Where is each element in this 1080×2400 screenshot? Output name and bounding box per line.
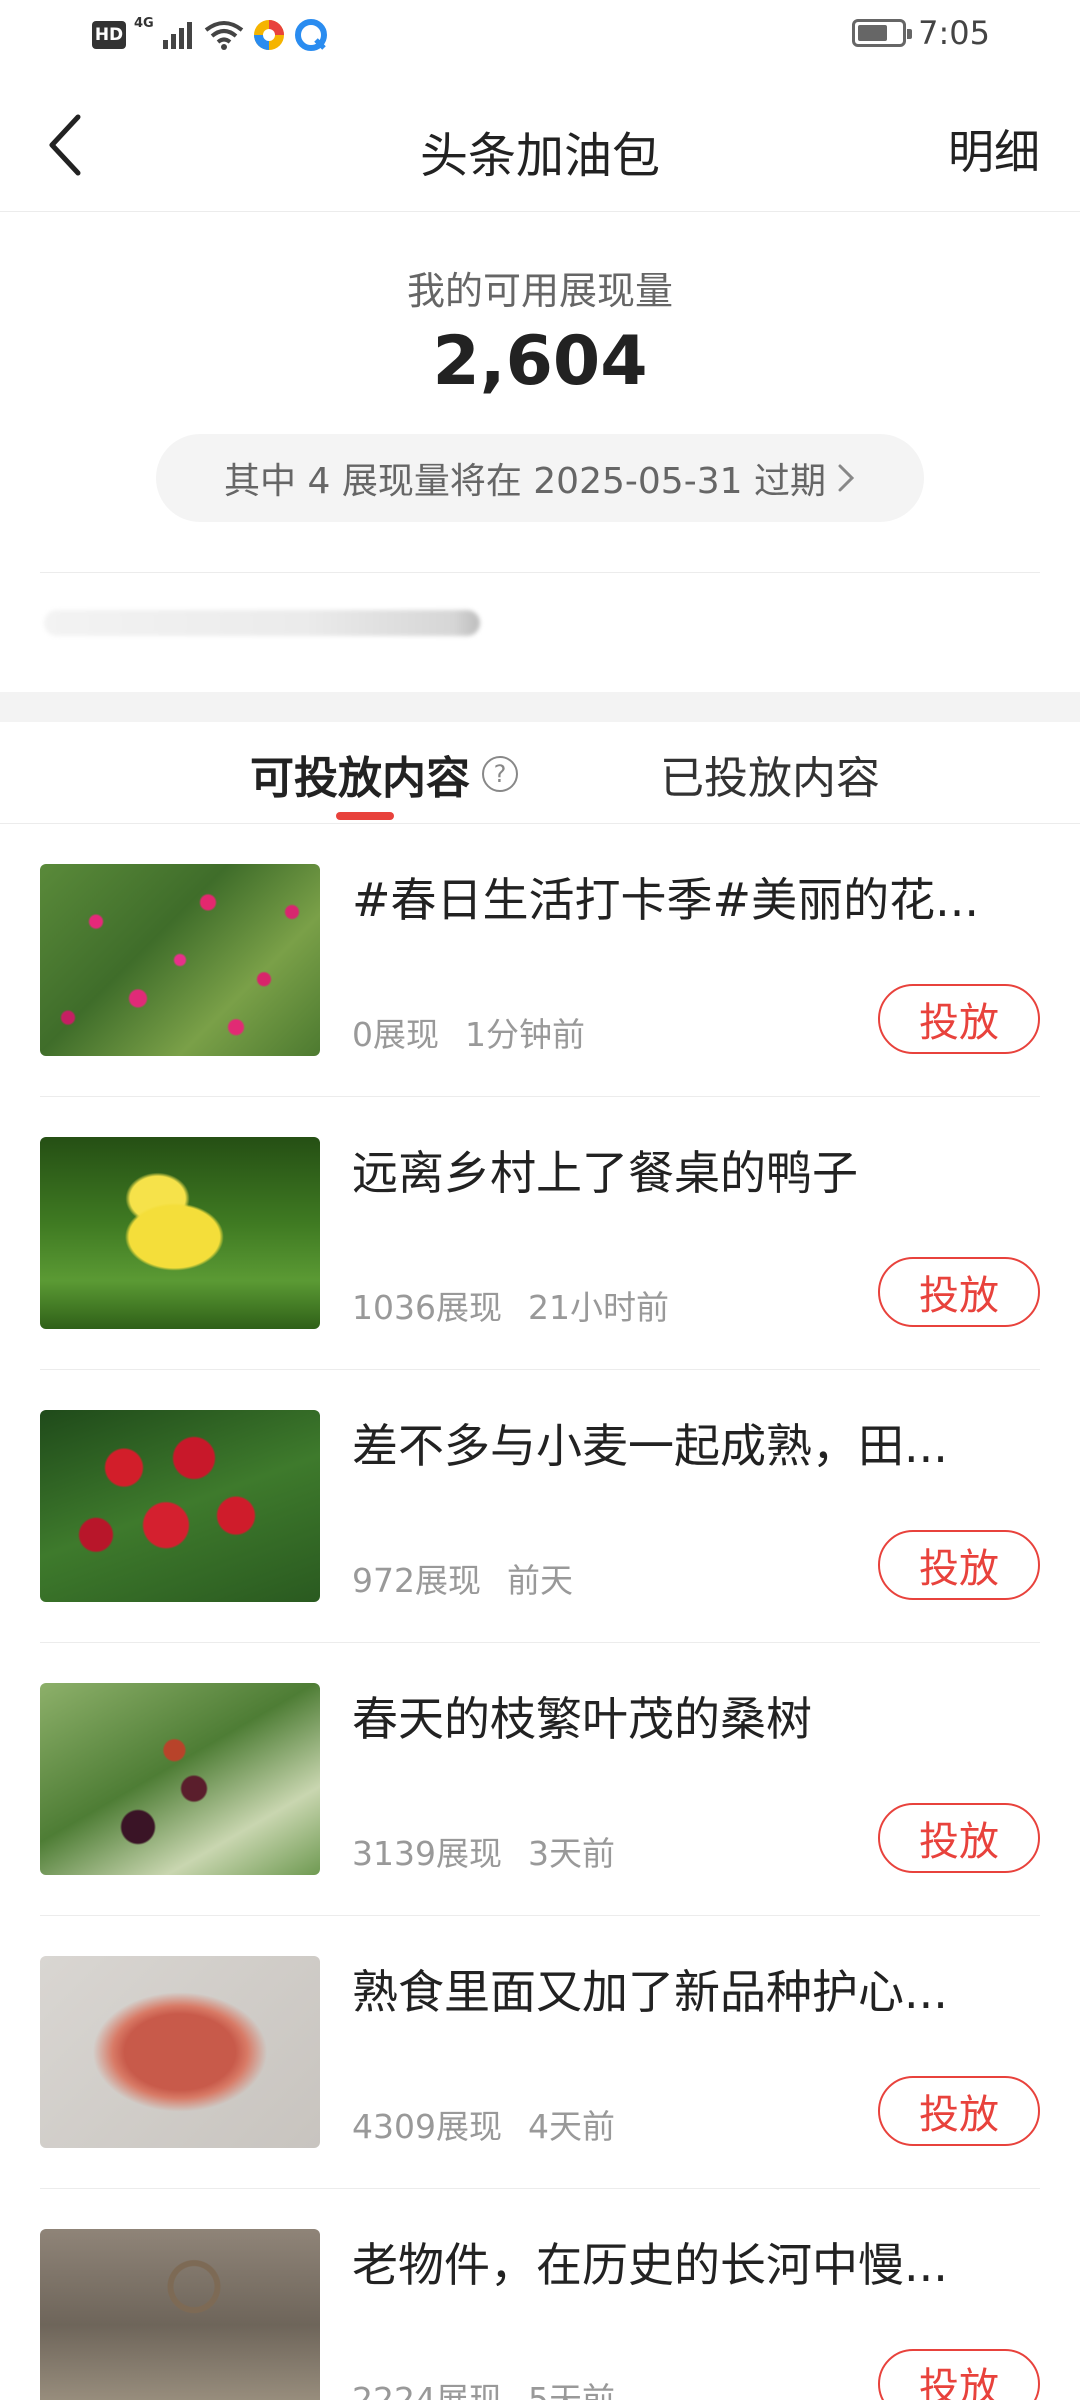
item-title: 老物件，在历史的长河中慢...	[352, 2238, 948, 2292]
battery-level-fill	[858, 25, 888, 41]
thumbnail-old-object-image	[40, 2229, 320, 2400]
item-title: 差不多与小麦一起成熟，田...	[352, 1419, 948, 1473]
status-icons-right: 7:05	[852, 14, 990, 52]
content-list: #春日生活打卡季#美丽的花... 0展现 1分钟前 投放 远离乡村上了餐桌的鸭子…	[0, 824, 1080, 2400]
list-item[interactable]: #春日生活打卡季#美丽的花... 0展现 1分钟前 投放	[0, 824, 1080, 1097]
tab-placed-content[interactable]: 已投放内容	[660, 742, 880, 806]
help-icon[interactable]: ?	[482, 756, 518, 792]
item-views: 0展现	[352, 1015, 439, 1054]
balance-card: 我的可用展现量 2,604 其中 4 展现量将在 2025-05-31 过期	[0, 212, 1080, 692]
signal-icon	[162, 22, 192, 49]
content-tabs: 可投放内容 ? 已投放内容	[0, 722, 1080, 824]
place-button[interactable]: 投放	[878, 1530, 1040, 1600]
expire-notice-button[interactable]: 其中 4 展现量将在 2025-05-31 过期	[156, 434, 924, 522]
tab-available-content[interactable]: 可投放内容 ?	[250, 742, 518, 806]
battery-icon	[852, 19, 913, 47]
item-title: #春日生活打卡季#美丽的花...	[352, 873, 979, 927]
item-time: 5天前	[527, 2380, 615, 2400]
blurred-banner	[44, 610, 480, 636]
tab-placed-label: 已投放内容	[660, 753, 880, 804]
item-title: 春天的枝繁叶茂的桑树	[352, 1692, 812, 1746]
thumbnail-meat-image	[40, 1956, 320, 2148]
item-time: 1分钟前	[465, 1015, 585, 1054]
list-item[interactable]: 老物件，在历史的长河中慢... 2224展现 5天前 投放	[0, 2189, 1080, 2400]
place-button[interactable]: 投放	[878, 984, 1040, 1054]
place-button[interactable]: 投放	[878, 2349, 1040, 2400]
item-meta: 3139展现 3天前	[352, 1827, 615, 1875]
place-button[interactable]: 投放	[878, 2076, 1040, 2146]
item-meta: 972展现 前天	[352, 1554, 573, 1602]
item-views: 1036展现	[352, 1288, 502, 1327]
clock-time: 7:05	[918, 14, 990, 52]
top-nav-bar: 头条加油包 明细	[0, 80, 1080, 212]
network-type-label: 4G	[134, 16, 154, 31]
place-button[interactable]: 投放	[878, 1257, 1040, 1327]
thumbnail-berries-image	[40, 1410, 320, 1602]
active-tab-indicator	[336, 812, 394, 820]
expire-notice-text: 其中 4 展现量将在 2025-05-31 过期	[224, 461, 826, 502]
item-time: 3天前	[527, 1834, 615, 1873]
status-icons-left: HD 4G	[92, 16, 328, 52]
item-meta: 0展现 1分钟前	[352, 1008, 585, 1056]
thumbnail-mulberry-image	[40, 1683, 320, 1875]
thumbnail-flowers-image	[40, 864, 320, 1056]
item-title: 熟食里面又加了新品种护心...	[352, 1965, 948, 2019]
divider	[40, 572, 1040, 573]
list-item[interactable]: 差不多与小麦一起成熟，田... 972展现 前天 投放	[0, 1370, 1080, 1643]
item-time: 4天前	[527, 2107, 615, 2146]
page-title: 头条加油包	[419, 128, 660, 184]
app-notification-icon	[253, 20, 284, 50]
section-gap	[0, 692, 1080, 722]
thumbnail-duckling-image	[40, 1137, 320, 1329]
item-time: 前天	[507, 1561, 573, 1600]
hd-icon: HD	[92, 21, 126, 49]
chevron-right-icon	[838, 464, 855, 492]
item-views: 972展现	[352, 1561, 481, 1600]
status-bar: HD 4G 7:05	[0, 0, 1080, 78]
list-item[interactable]: 远离乡村上了餐桌的鸭子 1036展现 21小时前 投放	[0, 1097, 1080, 1370]
list-item[interactable]: 熟食里面又加了新品种护心... 4309展现 4天前 投放	[0, 1916, 1080, 2189]
item-meta: 1036展现 21小时前	[352, 1281, 669, 1329]
item-time: 21小时前	[527, 1288, 669, 1327]
item-views: 4309展现	[352, 2107, 502, 2146]
item-views: 3139展现	[352, 1834, 502, 1873]
list-item[interactable]: 春天的枝繁叶茂的桑树 3139展现 3天前 投放	[0, 1643, 1080, 1916]
detail-link[interactable]: 明细	[948, 116, 1040, 182]
place-button[interactable]: 投放	[878, 1803, 1040, 1873]
item-title: 远离乡村上了餐桌的鸭子	[352, 1146, 858, 1200]
item-views: 2224展现	[352, 2380, 502, 2400]
balance-label: 我的可用展现量	[406, 269, 673, 313]
tab-available-label: 可投放内容	[250, 753, 470, 804]
item-meta: 2224展现 5天前	[352, 2373, 615, 2400]
browser-notification-icon	[294, 19, 327, 51]
wifi-icon	[204, 21, 243, 50]
balance-value: 2,604	[432, 322, 648, 401]
item-meta: 4309展现 4天前	[352, 2100, 615, 2148]
